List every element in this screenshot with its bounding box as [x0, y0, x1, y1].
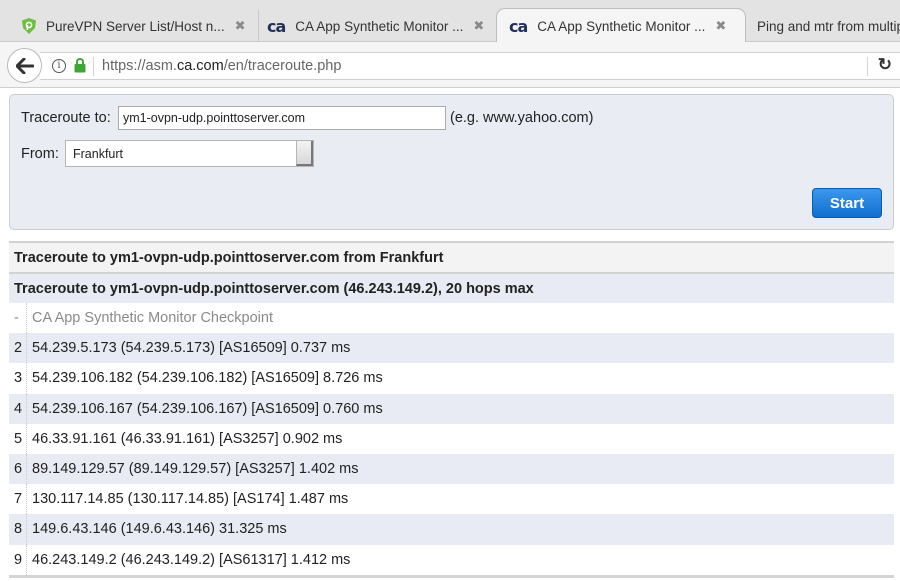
- results-bottom-border: [9, 574, 894, 578]
- hop-row: 9 46.243.149.2 (46.243.149.2) [AS61317] 1…: [9, 544, 894, 575]
- hop-details: 149.6.43.146 (149.6.43.146) 31.325 ms: [32, 521, 287, 538]
- hop-details: CA App Synthetic Monitor Checkpoint: [32, 310, 273, 327]
- hop-number: -: [9, 303, 27, 334]
- hop-row: 4 54.239.106.167 (54.239.106.167) [AS1650…: [9, 393, 894, 424]
- dropdown-arrow-icon[interactable]: [296, 141, 313, 166]
- info-icon[interactable]: i: [52, 59, 66, 73]
- hop-row: 8 149.6.43.146 (149.6.43.146) 31.325 ms: [9, 514, 894, 545]
- reload-icon[interactable]: ↻: [878, 55, 892, 75]
- address-bar[interactable]: i https://asm.ca.com/en/traceroute.php ↻: [40, 52, 900, 80]
- url-suffix: /en/traceroute.php: [223, 58, 342, 74]
- traceroute-form-panel: Traceroute to: ym1-ovpn-udp.pointtoserve…: [9, 94, 894, 230]
- hop-row: 7 130.117.14.85 (130.117.14.85) [AS174] 1…: [9, 484, 894, 515]
- close-tab-icon[interactable]: ✖: [235, 18, 246, 34]
- tab-ca-monitor-active[interactable]: ca CA App Synthetic Monitor ... ✖: [496, 8, 746, 43]
- hop-row: 5 46.33.91.161 (46.33.91.161) [AS3257] 0.…: [9, 423, 894, 454]
- hop-number: 6: [9, 453, 27, 485]
- back-button[interactable]: [7, 48, 42, 83]
- hop-number: 7: [9, 484, 27, 515]
- hop-number: 2: [9, 333, 27, 364]
- url-text[interactable]: https://asm.ca.com/en/traceroute.php: [102, 58, 341, 74]
- hop-number: 4: [9, 393, 27, 424]
- hop-number: 3: [9, 363, 27, 394]
- hop-details: 46.243.149.2 (46.243.149.2) [AS61317] 1.…: [32, 551, 351, 568]
- hop-row: - CA App Synthetic Monitor Checkpoint: [9, 303, 894, 334]
- start-button[interactable]: Start: [812, 188, 882, 218]
- url-domain: ca.com: [176, 58, 224, 74]
- purevpn-icon: [22, 18, 36, 34]
- traceroute-to-label: Traceroute to:: [21, 110, 111, 126]
- tab-ping-mtr[interactable]: Ping and mtr from multip: [755, 10, 900, 42]
- results-title: Traceroute to ym1-ovpn-udp.pointtoserver…: [9, 241, 894, 272]
- tab-label: Ping and mtr from multip: [757, 18, 900, 34]
- url-separator: [93, 57, 94, 76]
- from-location-select[interactable]: Frankfurt: [65, 140, 314, 167]
- hop-number: 5: [9, 423, 27, 454]
- hop-row: 2 54.239.5.173 (54.239.5.173) [AS16509] 0…: [9, 333, 894, 364]
- hop-row: 3 54.239.106.182 (54.239.106.182) [AS1650…: [9, 363, 894, 394]
- tab-label: CA App Synthetic Monitor ...: [537, 18, 706, 34]
- from-label: From:: [21, 146, 59, 162]
- hop-details: 130.117.14.85 (130.117.14.85) [AS174] 1.…: [32, 491, 349, 508]
- close-tab-icon[interactable]: ✖: [715, 18, 726, 34]
- tab-label: CA App Synthetic Monitor ...: [295, 18, 464, 34]
- hop-number: 8: [9, 514, 27, 545]
- url-prefix: https://asm.: [102, 58, 177, 74]
- results-subtitle: Traceroute to ym1-ovpn-udp.pointtoserver…: [9, 272, 894, 303]
- traceroute-host-input[interactable]: ym1-ovpn-udp.pointtoserver.com: [118, 106, 446, 130]
- navigation-bar: i https://asm.ca.com/en/traceroute.php ↻: [0, 42, 900, 88]
- close-tab-icon[interactable]: ✖: [473, 18, 484, 34]
- hop-details: 54.239.106.182 (54.239.106.182) [AS16509…: [32, 370, 383, 387]
- reload-separator: [867, 57, 868, 76]
- traceroute-results: Traceroute to ym1-ovpn-udp.pointtoserver…: [9, 241, 894, 578]
- lock-icon[interactable]: [74, 58, 86, 73]
- tab-label: PureVPN Server List/Host n...: [46, 18, 225, 34]
- from-selected-value: Frankfurt: [73, 147, 124, 161]
- hop-details: 54.239.5.173 (54.239.5.173) [AS16509] 0.…: [32, 340, 351, 357]
- browser-tab-strip: PureVPN Server List/Host n... ✖ ca CA Ap…: [0, 0, 900, 43]
- ca-logo-icon: ca: [509, 16, 528, 36]
- back-arrow-icon: [15, 57, 34, 74]
- hop-number: 9: [9, 544, 27, 575]
- hop-details: 89.149.129.57 (89.149.129.57) [AS3257] 1…: [32, 461, 359, 478]
- hop-details: 54.239.106.167 (54.239.106.167) [AS16509…: [32, 400, 383, 417]
- hop-details: 46.33.91.161 (46.33.91.161) [AS3257] 0.9…: [32, 430, 343, 447]
- example-hint: (e.g. www.yahoo.com): [450, 110, 594, 126]
- ca-logo-icon: ca: [267, 16, 286, 36]
- tab-ca-monitor-1[interactable]: ca CA App Synthetic Monitor ... ✖: [258, 10, 498, 42]
- tab-purevpn[interactable]: PureVPN Server List/Host n... ✖: [22, 10, 250, 42]
- hop-row: 6 89.149.129.57 (89.149.129.57) [AS3257] …: [9, 453, 894, 485]
